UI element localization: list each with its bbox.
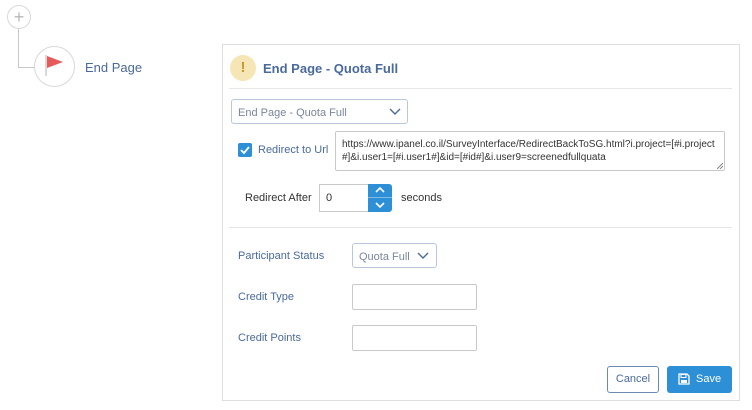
- credit-points-label: Credit Points: [238, 332, 301, 344]
- chevron-down-icon[interactable]: [368, 198, 392, 212]
- redirect-to-url-label[interactable]: Redirect to Url: [258, 144, 328, 156]
- end-page-type-select-value: End Page - Quota Full: [238, 107, 347, 119]
- chevron-up-icon[interactable]: [368, 184, 392, 197]
- redirect-after-spinner[interactable]: [368, 184, 392, 212]
- redirect-to-url-checkbox[interactable]: [238, 143, 252, 157]
- redirect-after-label: Redirect After: [245, 192, 312, 204]
- redirect-url-textarea[interactable]: https://www.ipanel.co.il/SurveyInterface…: [335, 131, 725, 171]
- flag-icon: [45, 55, 63, 76]
- cancel-button[interactable]: Cancel: [607, 366, 659, 393]
- section-divider: [229, 227, 732, 228]
- end-page-type-select[interactable]: End Page - Quota Full: [231, 99, 408, 124]
- participant-status-select-value: Quota Full: [359, 251, 410, 263]
- connector-line-horizontal: [18, 67, 35, 68]
- credit-points-input[interactable]: [352, 325, 477, 351]
- floppy-disk-icon: [678, 373, 690, 385]
- redirect-after-input[interactable]: 0: [319, 184, 369, 212]
- chevron-down-icon: [389, 108, 401, 115]
- add-node-button[interactable]: +: [7, 5, 31, 29]
- save-button[interactable]: Save: [667, 366, 732, 393]
- resize-handle-icon[interactable]: [717, 163, 723, 169]
- end-page-node-label[interactable]: End Page: [85, 60, 142, 75]
- connector-line-vertical: [18, 29, 19, 67]
- credit-type-label: Credit Type: [238, 291, 295, 303]
- panel-header-divider: [229, 88, 732, 89]
- redirect-url-value: https://www.ipanel.co.il/SurveyInterface…: [342, 139, 715, 163]
- checkmark-icon: [240, 146, 250, 155]
- chevron-down-icon: [417, 252, 429, 259]
- end-page-node[interactable]: [34, 46, 75, 87]
- credit-type-input[interactable]: [352, 284, 477, 310]
- redirect-after-unit: seconds: [401, 192, 442, 204]
- participant-status-select[interactable]: Quota Full: [352, 243, 437, 268]
- end-page-panel: [222, 44, 740, 401]
- panel-title: End Page - Quota Full: [263, 61, 399, 76]
- save-button-label: Save: [696, 373, 722, 385]
- exclamation-icon: !: [230, 55, 256, 81]
- participant-status-label: Participant Status: [238, 250, 325, 262]
